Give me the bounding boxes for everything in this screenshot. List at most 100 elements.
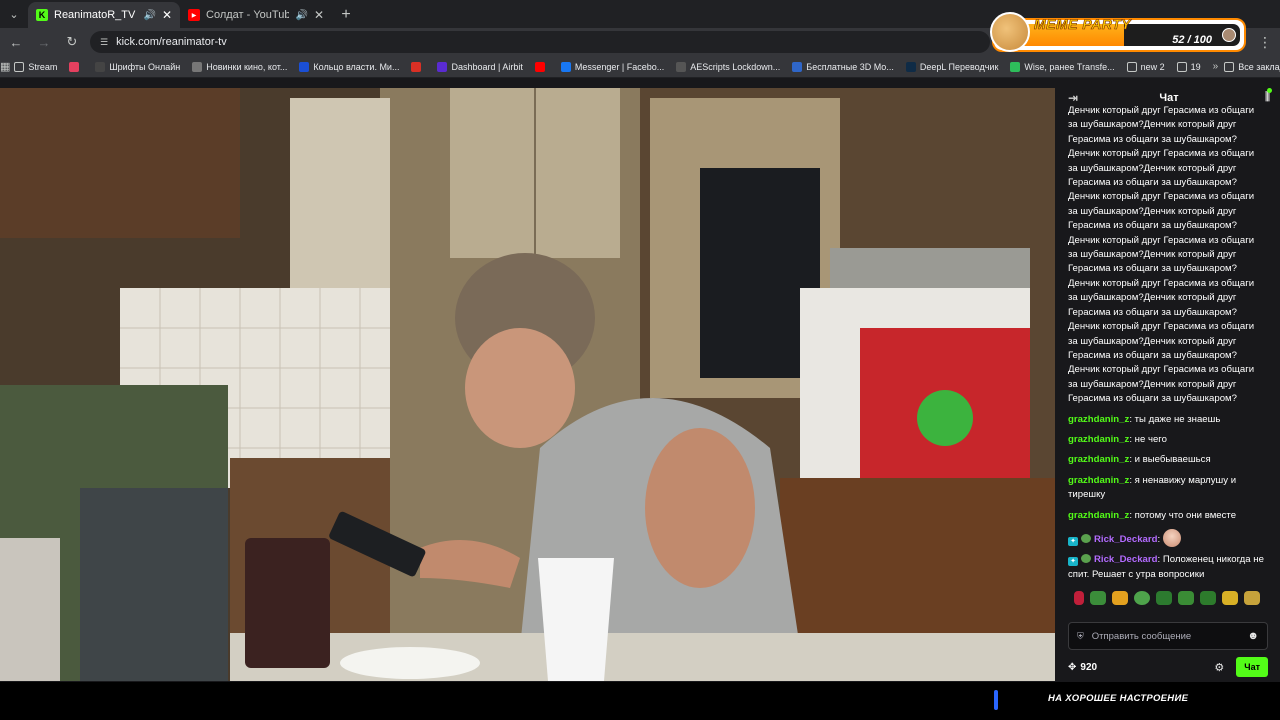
back-icon[interactable]: ← [4, 30, 28, 54]
stream-overlay-strip: НА ХОРОШЕЕ НАСТРОЕНИЕ [0, 682, 1280, 720]
bookmark-item[interactable]: Кольцо власти. Ми... [299, 61, 399, 72]
bookmark-item[interactable]: Новинки кино, кот... [192, 61, 288, 72]
bookmark-item[interactable]: Бесплатные 3D Мо... [792, 61, 894, 72]
bookmark-label: 19 [1190, 61, 1201, 72]
bookmark-item[interactable]: Шрифты Онлайн [95, 61, 180, 72]
stream-video[interactable] [0, 88, 1055, 681]
site-info-icon[interactable]: ☰ [100, 37, 108, 48]
folder-icon [1224, 61, 1235, 72]
emote-icon[interactable] [1090, 591, 1106, 606]
url-text: kick.com/reanimator-tv [116, 36, 227, 48]
spam-line: за шубашкаром?Денчик который друг [1068, 249, 1237, 261]
new-tab-button[interactable]: + [332, 2, 360, 28]
og-badge-icon [1081, 554, 1091, 564]
meme-party-widget: 52 / 100 MEME PARTY [990, 12, 1246, 52]
chat-username[interactable]: Rick_Deckard [1094, 554, 1157, 565]
chat-username[interactable]: grazhdanin_z [1068, 510, 1129, 521]
gear-icon[interactable]: ⚙ [1214, 661, 1224, 674]
bookmark-item[interactable]: new 2 [1126, 61, 1165, 72]
cat-icon [192, 61, 203, 72]
bookmark-item[interactable]: Dashboard | Airbit [437, 61, 523, 72]
emote-icon[interactable] [1112, 591, 1128, 606]
subscriber-badge-icon: ✦ [1068, 536, 1078, 546]
send-chat-button[interactable]: Чат [1236, 657, 1268, 677]
chat-message: grazhdanin_z: я ненавижу марлушу и тиреш… [1068, 474, 1272, 503]
spam-line: за шубашкаром?Денчик который друг [1068, 378, 1237, 390]
emote-icon[interactable] [1156, 591, 1172, 606]
shield-icon: ⛨ [1077, 630, 1084, 641]
chat-message: ✦ Rick_Deckard: [1068, 528, 1272, 547]
spam-message: Денчик который друг Герасима из общаги за… [1068, 104, 1272, 407]
aescripts-icon [676, 61, 687, 72]
emote-icon[interactable] [1222, 591, 1238, 606]
apps-grid-icon[interactable]: ▦ [0, 60, 10, 73]
bookmark-item[interactable] [69, 61, 83, 72]
deepl-icon [905, 61, 916, 72]
spam-line: Герасима из общаги за шубашкаром? [1068, 393, 1237, 405]
bookmark-label: Stream [28, 61, 58, 72]
airbit-icon [437, 61, 448, 72]
spam-line: Герасима из общаги за шубашкаром? [1068, 177, 1237, 189]
emote-icon[interactable] [1178, 591, 1194, 606]
spam-line: Герасима из общаги за шубашкаром? [1068, 306, 1237, 318]
face-emote-icon [1162, 528, 1181, 547]
spam-line: Денчик который друг Герасима из общаги [1068, 364, 1255, 376]
bookmark-item[interactable] [534, 61, 549, 72]
emote-icon[interactable] [1134, 591, 1150, 606]
kick-page: ⇥ Чат ⫼ Денчик который друг Герасима из … [0, 78, 1280, 720]
emote-bar [1058, 582, 1280, 606]
youtube-icon: ▶ [188, 9, 200, 21]
chat-username[interactable]: grazhdanin_z [1068, 414, 1129, 425]
facebook-icon [560, 61, 571, 72]
tab-title: ReanimatoR_TV Stream - K [54, 9, 137, 21]
bookmark-item[interactable]: DeepL Переводчик [905, 61, 999, 72]
tab-youtube[interactable]: ▶ Солдат - YouTube 🔊 ✕ [180, 2, 332, 28]
spam-line: за шубашкаром?Денчик который друг [1068, 205, 1237, 217]
font-icon [95, 61, 106, 72]
spam-line: Денчик который друг Герасима из общаги [1068, 191, 1255, 203]
emote-icon[interactable] [1244, 591, 1260, 606]
bookmark-red-icon [69, 61, 80, 72]
browser-menu-icon[interactable]: ⋮ [1258, 34, 1272, 51]
chat-separator: : [1157, 533, 1163, 545]
spam-line: за шубашкаром?Денчик который друг [1068, 335, 1237, 347]
speaker-icon[interactable]: 🔊 [295, 10, 307, 21]
video-frame [0, 88, 1055, 681]
bookmark-item[interactable]: 19 [1176, 61, 1201, 72]
chat-username[interactable]: Rick_Deckard [1094, 534, 1157, 545]
bookmarks-overflow[interactable]: » [1213, 61, 1219, 72]
bookmark-item[interactable]: AEScripts Lockdown... [676, 61, 780, 72]
chat-input-placeholder: Отправить сообщение [1091, 630, 1192, 642]
emoji-icon[interactable]: ☻ [1247, 630, 1259, 642]
bookmark-label: Новинки кино, кот... [206, 61, 288, 72]
close-icon[interactable]: ✕ [314, 8, 324, 22]
bookmark-label: Dashboard | Airbit [451, 61, 523, 72]
youtube-icon [534, 61, 545, 72]
bookmark-item[interactable]: Stream [14, 61, 58, 72]
spam-line: Герасима из общаги за шубашкаром? [1068, 220, 1237, 232]
tab-search-icon[interactable]: ⌄ [0, 0, 28, 28]
folder-icon [14, 61, 25, 72]
bookmark-item[interactable] [411, 61, 425, 72]
emote-icon[interactable] [1074, 591, 1084, 606]
close-icon[interactable]: ✕ [162, 8, 172, 22]
emote-icon[interactable] [1200, 591, 1216, 606]
chat-message: grazhdanin_z: потому что они вместе [1068, 509, 1272, 523]
spam-line: Герасима из общаги за шубашкаром? [1068, 133, 1237, 145]
chat-username[interactable]: grazhdanin_z [1068, 454, 1129, 465]
chat-username[interactable]: grazhdanin_z [1068, 434, 1129, 445]
bookmark-item[interactable]: Messenger | Facebo... [560, 61, 664, 72]
tab-kick-stream[interactable]: K ReanimatoR_TV Stream - K 🔊 ✕ [28, 2, 180, 28]
spam-line: Герасима из общаги за шубашкаром? [1068, 349, 1237, 361]
bookmark-item[interactable]: Wise, ранее Transfe... [1010, 61, 1115, 72]
chat-input[interactable]: ⛨ Отправить сообщение ☻ [1068, 622, 1268, 650]
reload-icon[interactable]: ↻ [60, 30, 84, 54]
collapse-chat-icon[interactable]: ⇥ [1068, 91, 1078, 105]
speaker-icon[interactable]: 🔊 [143, 10, 155, 21]
url-bar[interactable]: ☰ kick.com/reanimator-tv [90, 31, 990, 53]
forward-icon[interactable]: → [32, 30, 56, 54]
chat-username[interactable]: grazhdanin_z [1068, 475, 1129, 486]
chat-message: grazhdanin_z: ты даже не знаешь [1068, 413, 1272, 427]
all-bookmarks[interactable]: Все закладки [1224, 61, 1280, 72]
bookmark-label: DeepL Переводчик [919, 61, 999, 72]
